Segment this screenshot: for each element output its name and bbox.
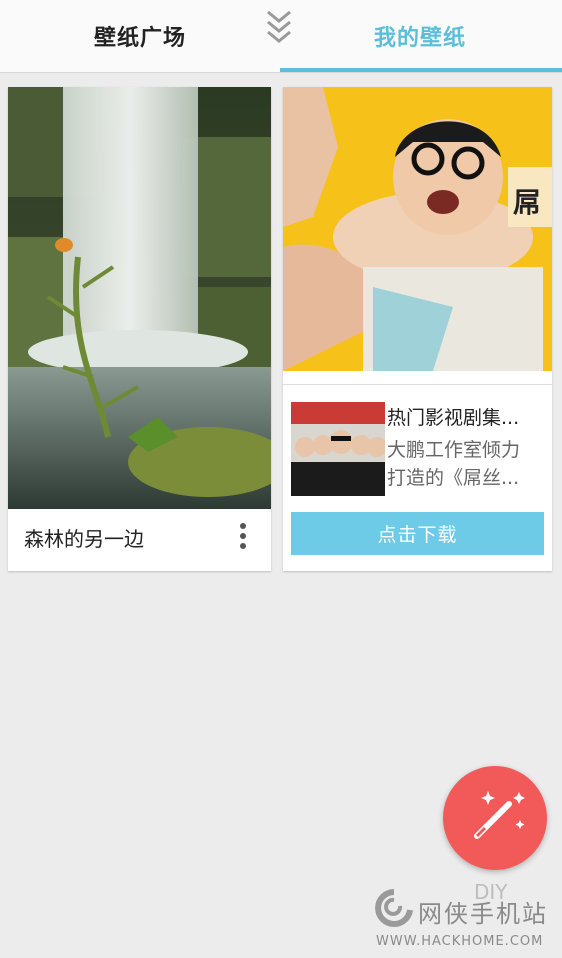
tab-my-wallpaper[interactable]: 我的壁纸 <box>280 0 560 72</box>
top-tab-bar: 壁纸广场 我的壁纸 <box>0 0 562 73</box>
ad-description-line: 打造的《屌丝... <box>387 467 520 489</box>
more-options-icon[interactable] <box>232 519 254 555</box>
watermark-url: WWW.HACKHOME.COM <box>376 934 544 949</box>
download-button[interactable]: 点击下载 <box>291 512 544 555</box>
magic-wand-icon <box>474 791 525 839</box>
wallpaper-card[interactable]: 森林的另一边 <box>8 87 271 571</box>
hackhome-logo-icon <box>374 888 414 928</box>
ad-card[interactable]: 屌 热门影视剧集... 大鹏工作室倾力 打造的《屌丝... 点击下载 <box>283 87 552 571</box>
svg-text:屌: 屌 <box>513 186 541 219</box>
ad-title: 热门影视剧集... <box>387 407 520 429</box>
tab-wallpaper-square[interactable]: 壁纸广场 <box>0 0 280 72</box>
ad-description: 大鹏工作室倾力 打造的《屌丝... <box>387 436 545 492</box>
wallpaper-title: 森林的另一边 <box>24 527 144 551</box>
card-divider <box>283 384 552 385</box>
movie-poster-image[interactable]: 屌 <box>283 87 552 371</box>
wallpaper-thumbnail[interactable] <box>8 87 271 509</box>
diy-fab-button[interactable] <box>443 766 547 870</box>
active-tab-indicator <box>280 68 562 72</box>
watermark-site-name: 网侠手机站 <box>418 900 548 928</box>
ad-app-thumbnail[interactable] <box>291 402 385 496</box>
ad-description-line: 大鹏工作室倾力 <box>387 439 521 461</box>
